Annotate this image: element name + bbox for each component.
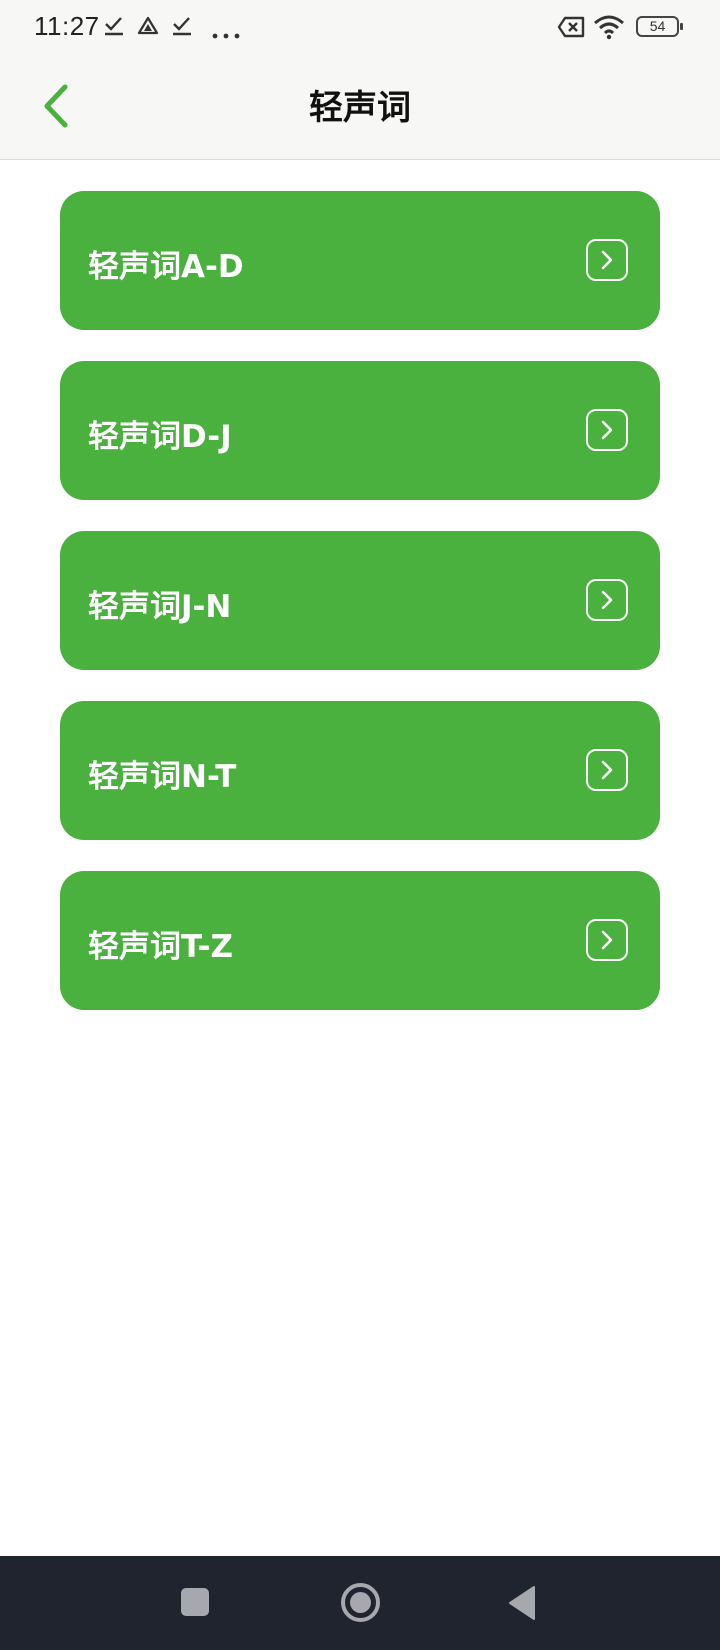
battery-indicator: 54 [636, 16, 683, 37]
chevron-right-icon [586, 409, 628, 451]
more-notifications-icon [212, 24, 240, 43]
chevron-right-icon [586, 579, 628, 621]
list-item-label: 轻声词T-Z [88, 929, 233, 965]
page-title: 轻声词 [309, 88, 411, 128]
status-time: 11:27 [34, 11, 100, 41]
list-item[interactable]: 轻声词T-Z [60, 871, 660, 1010]
home-button[interactable] [341, 1583, 380, 1622]
list-item-label: 轻声词N-T [88, 759, 237, 795]
category-list: 轻声词A-D 轻声词D-J 轻声词J-N 轻声词N-T 轻声词T-Z [60, 191, 660, 1041]
system-back-button[interactable] [507, 1585, 537, 1621]
drive-icon [137, 15, 159, 41]
back-triangle-icon [509, 1586, 535, 1620]
home-icon [350, 1592, 371, 1613]
list-item[interactable]: 轻声词J-N [60, 531, 660, 670]
chevron-right-icon [586, 919, 628, 961]
chevron-right-icon [586, 239, 628, 281]
list-item-label: 轻声词A-D [88, 249, 244, 285]
list-item[interactable]: 轻声词D-J [60, 361, 660, 500]
system-nav-bar [0, 1556, 720, 1650]
list-item-label: 轻声词D-J [88, 419, 232, 455]
recent-apps-button[interactable] [181, 1588, 209, 1616]
status-bar: 11:27 54 [0, 0, 720, 56]
list-item[interactable]: 轻声词A-D [60, 191, 660, 330]
check-download-icon-2 [172, 15, 192, 41]
screen: 11:27 54 轻声词 轻声词A-D 轻声词D-J 轻声词J-N 轻声词N-T… [0, 0, 720, 1650]
list-item-label: 轻声词J-N [88, 589, 232, 625]
app-bar: 轻声词 [0, 56, 720, 160]
wifi-icon [593, 14, 625, 44]
check-download-icon [104, 15, 124, 41]
chevron-right-icon [586, 749, 628, 791]
list-item[interactable]: 轻声词N-T [60, 701, 660, 840]
no-sim-icon [557, 16, 585, 42]
